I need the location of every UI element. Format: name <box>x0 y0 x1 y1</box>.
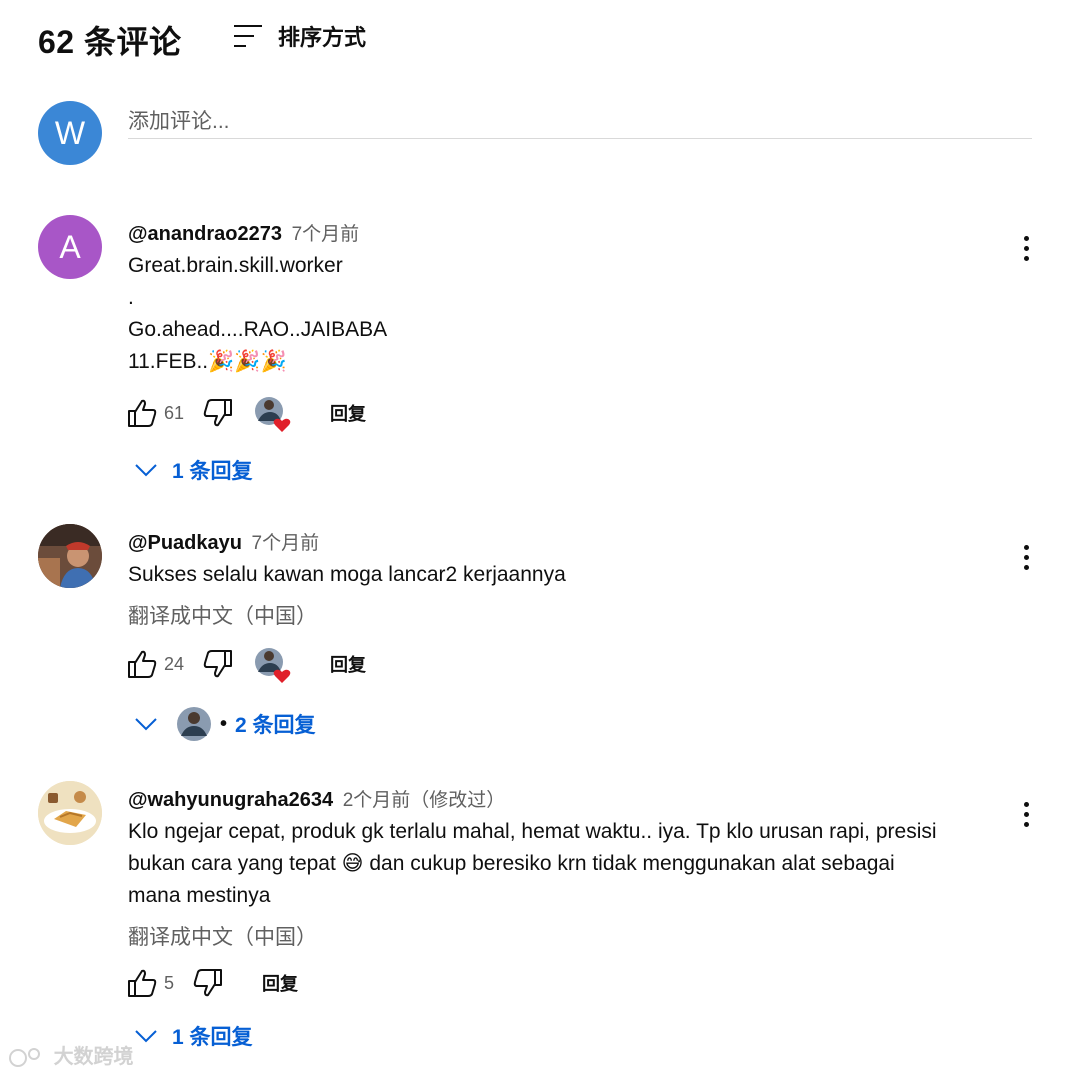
translate-link[interactable]: 翻译成中文（中国） <box>128 921 317 951</box>
creator-heart <box>254 395 291 432</box>
creator-heart-icon <box>255 397 291 432</box>
separator-dot: • <box>220 712 228 735</box>
more-icon <box>1023 235 1029 241</box>
watermark: 大数跨境 <box>8 1040 134 1070</box>
comment-time[interactable]: 2个月前（修改过） <box>343 790 506 811</box>
chevron-down-icon <box>132 1022 160 1050</box>
sort-button[interactable]: 排序方式 <box>232 20 366 52</box>
reply-button[interactable]: 回复 <box>330 651 366 677</box>
profile-photo-icon <box>38 524 102 588</box>
comment-text: Klo ngejar cepat, produk gk terlalu maha… <box>128 820 937 907</box>
dislike-button[interactable] <box>200 646 236 682</box>
thumbs-down-icon <box>203 650 233 678</box>
comment-author[interactable]: @anandrao2273 <box>128 223 282 245</box>
more-options-button[interactable] <box>1014 228 1038 268</box>
sort-label: 排序方式 <box>278 25 367 50</box>
avatar[interactable] <box>38 524 102 588</box>
comment-header: @wahyunugraha2634 2个月前（修改过） <box>128 785 505 812</box>
dislike-button[interactable] <box>190 965 226 1001</box>
thumbs-up-icon <box>128 650 157 678</box>
replies-label: 2 条回复 <box>235 714 316 737</box>
thumbs-up-icon <box>128 969 157 997</box>
reply-button[interactable]: 回复 <box>262 970 298 996</box>
comment-text: Sukses selalu kawan moga lancar2 kerjaan… <box>128 563 566 586</box>
chevron-down-icon <box>132 710 160 738</box>
reply-button[interactable]: 回复 <box>330 400 366 426</box>
avatar[interactable]: A <box>38 215 102 279</box>
more-options-button[interactable] <box>1014 794 1038 834</box>
chevron-down-icon <box>132 456 160 484</box>
comment-thread: A @anandrao2273 7个月前 Great.brain.skill.w… <box>38 215 1038 485</box>
thumbs-up-icon <box>128 399 157 427</box>
dislike-button[interactable] <box>200 395 236 431</box>
comment-actions: 5 回复 <box>124 963 298 1003</box>
like-count: 5 <box>164 972 175 993</box>
creator-heart-icon <box>255 648 291 683</box>
watermark-logo-icon <box>9 1047 40 1067</box>
comment-author[interactable]: @wahyunugraha2634 <box>128 789 333 811</box>
comment-thread: @wahyunugraha2634 2个月前（修改过） Klo ngejar c… <box>38 781 1038 1061</box>
comment-actions: 24 回复 <box>124 644 366 684</box>
view-replies-button[interactable]: • 2 条回复 <box>132 704 316 744</box>
translate-link[interactable]: 翻译成中文（中国） <box>128 600 317 630</box>
creator-avatar-icon <box>177 707 211 741</box>
thumbs-down-icon <box>193 969 223 997</box>
like-button[interactable] <box>124 395 160 431</box>
comment-author[interactable]: @Puadkayu <box>128 532 242 554</box>
avatar[interactable] <box>38 781 102 845</box>
comment-header: @anandrao2273 7个月前 <box>128 219 359 246</box>
food-plate-icon <box>38 781 102 845</box>
view-replies-button[interactable]: 1 条回复 <box>132 1016 253 1056</box>
like-button[interactable] <box>124 646 160 682</box>
comment-time[interactable]: 7个月前 <box>252 533 320 554</box>
comment-header: @Puadkayu 7个月前 <box>128 528 319 555</box>
like-count: 61 <box>164 402 185 423</box>
comment-actions: 61 回复 <box>124 393 366 433</box>
comment-text: Great.brain.skill.worker . Go.ahead....R… <box>128 254 388 373</box>
sort-icon <box>234 25 262 47</box>
thumbs-down-icon <box>203 399 233 427</box>
more-icon <box>1023 801 1029 807</box>
creator-heart <box>254 646 291 683</box>
comment-time[interactable]: 7个月前 <box>292 224 360 245</box>
comments-header: 62 条评论 <box>38 18 182 62</box>
more-icon <box>1023 544 1029 550</box>
comment-count: 62 条评论 <box>38 24 182 60</box>
replies-label: 1 条回复 <box>172 1026 253 1049</box>
add-comment-input[interactable]: 添加评论... <box>128 101 1032 139</box>
comment-thread: @Puadkayu 7个月前 Sukses selalu kawan moga … <box>38 524 1038 744</box>
like-button[interactable] <box>124 965 160 1001</box>
view-replies-button[interactable]: 1 条回复 <box>132 450 253 490</box>
add-comment-row: W 添加评论... <box>38 101 1032 165</box>
replies-label: 1 条回复 <box>172 460 253 483</box>
like-count: 24 <box>164 653 185 674</box>
user-avatar[interactable]: W <box>38 101 102 165</box>
more-options-button[interactable] <box>1014 537 1038 577</box>
